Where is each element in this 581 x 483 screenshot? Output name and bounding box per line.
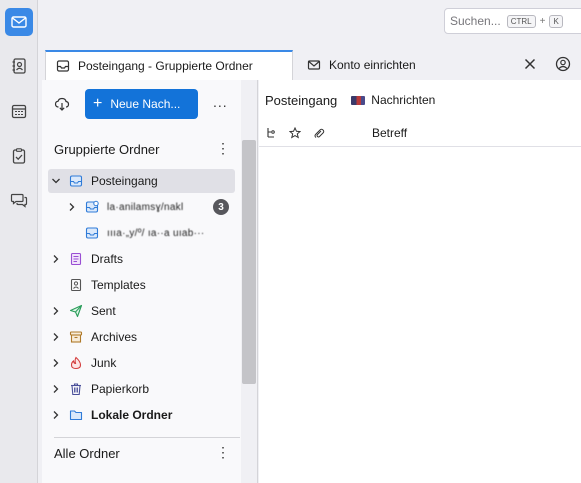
folder-sent-label: Sent	[91, 304, 116, 318]
section-divider	[54, 437, 240, 438]
mail-space-button[interactable]	[5, 8, 33, 36]
archive-icon	[69, 330, 83, 344]
trash-icon	[69, 382, 83, 396]
address-book-icon	[12, 58, 26, 74]
tab-inbox[interactable]: Posteingang - Gruppierte Ordner	[45, 50, 293, 80]
inbox-sync-icon	[85, 200, 99, 214]
folder-drafts[interactable]: Drafts	[48, 247, 235, 271]
folder-account-1-label: la·anilamsɣ/nakl	[107, 201, 184, 213]
tab-account-setup-label: Konto einrichten	[329, 58, 416, 72]
inbox-icon	[85, 226, 99, 240]
tasks-space-button[interactable]	[5, 142, 33, 170]
grouped-folders-menu-button[interactable]: ⋮	[216, 140, 230, 157]
chevron-right-icon[interactable]	[51, 410, 61, 420]
spaces-toolbar	[0, 0, 38, 483]
mail-icon	[11, 16, 27, 28]
address-book-space-button[interactable]	[5, 52, 33, 80]
attachment-column-icon[interactable]	[313, 127, 325, 139]
folder-pane-scroll-thumb[interactable]	[242, 140, 256, 384]
folder-account-2-label: ıııa·„y/º/ ıa··a uıab···	[107, 227, 205, 239]
search-input[interactable]: Suchen... CTRL + K	[444, 8, 581, 34]
new-message-button[interactable]: + Neue Nach...	[85, 89, 198, 119]
folder-account-1[interactable]: la·anilamsɣ/nakl 3	[48, 195, 235, 219]
chevron-right-icon[interactable]	[51, 306, 61, 316]
sent-icon	[69, 304, 83, 318]
chevron-right-icon[interactable]	[51, 358, 61, 368]
chat-icon	[10, 193, 28, 208]
search-placeholder: Suchen...	[450, 14, 501, 28]
folder-junk[interactable]: Junk	[48, 351, 235, 375]
drafts-icon	[69, 252, 83, 266]
folder-sent[interactable]: Sent	[48, 299, 235, 323]
folder-templates[interactable]: Templates	[48, 273, 235, 297]
folder-local-folders-label: Lokale Ordner	[91, 408, 173, 422]
tasks-icon	[12, 148, 26, 164]
folder-local-folders[interactable]: Lokale Ordner	[48, 403, 235, 427]
account-flag-icon	[351, 95, 366, 105]
plus-icon: +	[93, 95, 103, 112]
folder-archives[interactable]: Archives	[48, 325, 235, 349]
account-name: Nachrichten	[371, 93, 436, 107]
account-icon[interactable]	[555, 56, 571, 72]
get-messages-icon[interactable]	[54, 96, 70, 112]
star-column-icon[interactable]	[289, 127, 301, 139]
grouped-folders-title: Gruppierte Ordner	[54, 142, 160, 157]
chevron-right-icon[interactable]	[67, 202, 77, 212]
tab-inbox-label: Posteingang - Gruppierte Ordner	[78, 59, 253, 73]
folder-pane-header: + Neue Nach... ...	[42, 80, 257, 126]
folder-drafts-label: Drafts	[91, 252, 124, 266]
shortcut-k-key: K	[549, 14, 563, 28]
folder-archives-label: Archives	[91, 330, 138, 344]
all-folders-title: Alle Ordner	[54, 446, 120, 461]
chat-space-button[interactable]	[5, 186, 33, 214]
inbox-tab-icon	[56, 60, 70, 72]
templates-icon	[69, 278, 83, 292]
folder-junk-label: Junk	[91, 356, 117, 370]
thread-column-icon[interactable]	[265, 127, 277, 139]
inbox-icon	[69, 174, 83, 188]
unread-count-badge: 3	[213, 199, 229, 215]
tab-bar: Posteingang - Gruppierte Ordner Konto ei…	[39, 44, 581, 80]
chevron-right-icon[interactable]	[51, 332, 61, 342]
tab-account-setup[interactable]: Konto einrichten	[297, 50, 497, 80]
new-message-label: Neue Nach...	[110, 97, 181, 111]
more-options-button[interactable]: ...	[213, 94, 228, 110]
account-indicator: Nachrichten	[351, 93, 435, 107]
junk-icon	[69, 356, 83, 370]
folder-templates-label: Templates	[91, 278, 146, 292]
folder-pane: + Neue Nach... ... Gruppierte Ordner ⋮ P…	[42, 80, 258, 483]
folder-trash[interactable]: Papierkorb	[48, 377, 235, 401]
all-folders-menu-button[interactable]: ⋮	[216, 444, 230, 461]
calendar-space-button[interactable]	[5, 97, 33, 125]
chevron-right-icon[interactable]	[51, 254, 61, 264]
subject-column-header[interactable]: Betreff	[372, 126, 407, 140]
close-icon[interactable]	[522, 56, 538, 72]
folder-inbox-label: Posteingang	[91, 174, 158, 188]
shortcut-plus: +	[539, 15, 546, 27]
message-list-pane: Posteingang Nachrichten Betreff	[259, 80, 581, 483]
calendar-icon	[11, 104, 27, 119]
folder-icon	[69, 408, 83, 422]
folder-trash-label: Papierkorb	[91, 382, 150, 396]
title-bar: Suchen... CTRL + K	[39, 0, 581, 44]
mail-tab-icon	[307, 60, 321, 70]
message-list-title: Posteingang	[265, 92, 338, 108]
column-header-row: Betreff	[259, 120, 581, 147]
message-list-header: Posteingang Nachrichten	[259, 80, 581, 120]
chevron-right-icon[interactable]	[51, 384, 61, 394]
shortcut-ctrl-key: CTRL	[506, 14, 536, 28]
folder-inbox[interactable]: Posteingang	[48, 169, 235, 193]
folder-account-2[interactable]: ıııa·„y/º/ ıa··a uıab···	[48, 221, 235, 245]
chevron-down-icon[interactable]	[51, 176, 61, 186]
